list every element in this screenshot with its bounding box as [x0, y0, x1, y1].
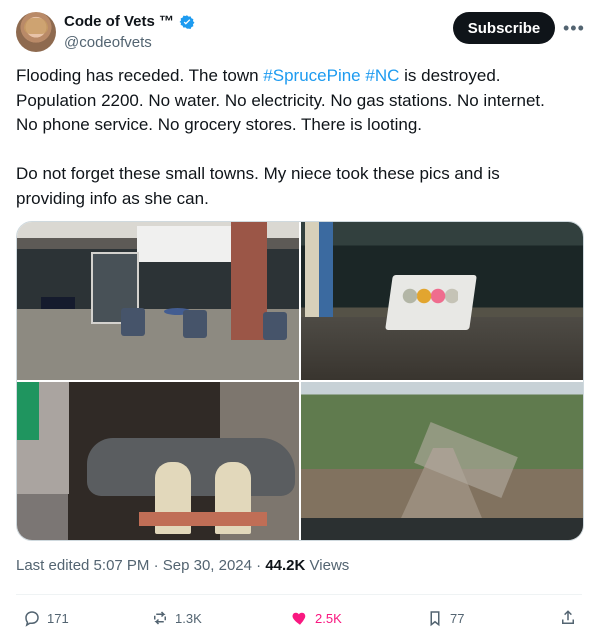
more-horizontal-icon[interactable]: •••	[563, 18, 585, 39]
shop-sign	[41, 297, 75, 309]
car	[87, 438, 295, 496]
bookmark-count: 77	[450, 610, 465, 626]
photo-interior[interactable]	[301, 222, 583, 380]
like-count: 2.5K	[315, 610, 342, 626]
photo-storefront[interactable]	[17, 222, 299, 380]
tweet-line-3: No phone service. No grocery stores. The…	[16, 115, 422, 134]
tweet-line-1: Flooding has receded. The town #SprucePi…	[16, 64, 581, 89]
tweet-line-2: Population 2200. No water. No electricit…	[16, 90, 545, 110]
tweet-line-4: Do not forget these small towns. My niec…	[16, 164, 500, 183]
chair-arm	[139, 512, 267, 526]
share-icon	[562, 610, 574, 624]
tweet-card: Code of Vets ™ @codeofvets Subscribe •••…	[0, 0, 598, 641]
repost-button[interactable]: 1.3K	[151, 609, 202, 627]
photo-road[interactable]	[301, 382, 583, 540]
action-bar: 171 1.3K 2.5K 77	[16, 594, 582, 642]
verified-badge-icon	[179, 14, 195, 29]
photo-grid	[16, 221, 584, 541]
like-button[interactable]: 2.5K	[291, 609, 342, 627]
reply-icon	[25, 611, 39, 627]
tweet-spacer	[16, 138, 581, 163]
car-dashboard	[301, 518, 583, 540]
views-label: Views	[309, 557, 350, 574]
brick-column	[231, 222, 267, 340]
share-button[interactable]	[559, 609, 577, 627]
reply-button[interactable]: 171	[23, 609, 69, 627]
reply-count: 171	[47, 610, 69, 626]
chair	[263, 312, 287, 340]
hashtag-link[interactable]: #NC	[365, 66, 399, 85]
repost-icon	[154, 611, 166, 625]
photo-car[interactable]	[17, 382, 299, 540]
author-name[interactable]: Code of Vets ™	[64, 13, 174, 30]
avatar[interactable]	[16, 12, 56, 52]
green-awning	[17, 382, 39, 440]
tweet-text-part: is destroyed.	[399, 66, 501, 85]
cooler-lids	[402, 288, 458, 304]
chair	[183, 310, 207, 338]
post-metadata: Last edited 5:07 PM · Sep 30, 2024 · 44.…	[16, 557, 349, 574]
repost-count: 1.3K	[175, 610, 202, 626]
author-name-row: Code of Vets ™	[64, 13, 195, 30]
subscribe-button[interactable]: Subscribe	[453, 12, 555, 44]
hashtag-link[interactable]: #SprucePine	[263, 66, 360, 85]
edited-timestamp[interactable]: Last edited 5:07 PM · Sep 30, 2024 ·	[16, 557, 265, 574]
tweet-line-5: providing info as she can.	[16, 188, 209, 208]
heart-icon	[292, 612, 306, 625]
tweet-text-part: Flooding has receded. The town	[16, 66, 264, 85]
views-count: 44.2K	[265, 557, 306, 574]
bookmark-button[interactable]: 77	[426, 609, 464, 627]
bookmark-icon	[430, 611, 440, 627]
tweet-text: Flooding has receded. The town #SprucePi…	[16, 64, 581, 211]
author-handle[interactable]: @codeofvets	[64, 34, 152, 51]
chair	[121, 308, 145, 336]
